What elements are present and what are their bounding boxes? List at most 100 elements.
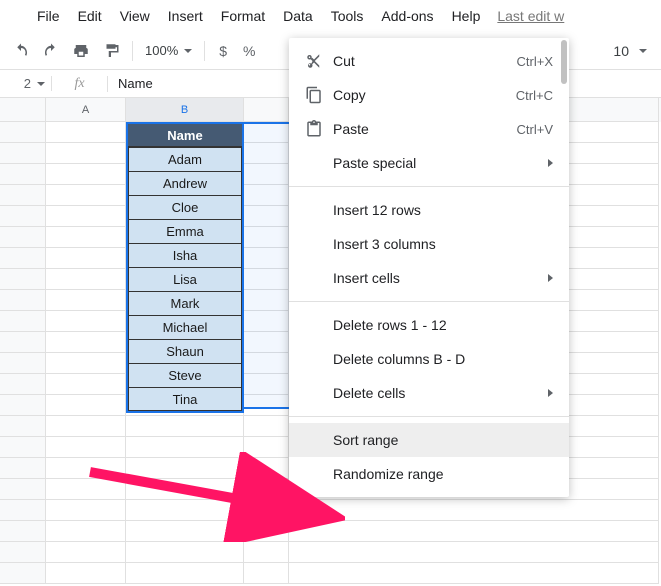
table-row[interactable]: Lisa	[128, 267, 242, 291]
select-all-corner[interactable]	[0, 98, 46, 122]
menu-delete-columns[interactable]: Delete columns B - D	[289, 342, 569, 376]
cell[interactable]	[599, 248, 659, 269]
table-row[interactable]: Andrew	[128, 171, 242, 195]
cell[interactable]	[244, 416, 289, 437]
cell[interactable]	[46, 164, 126, 185]
table-row[interactable]: Cloe	[128, 195, 242, 219]
menu-insert-cells[interactable]: Insert cells	[289, 261, 569, 295]
cell[interactable]	[599, 227, 659, 248]
cell[interactable]	[46, 269, 126, 290]
cell[interactable]	[599, 437, 659, 458]
last-edit-link[interactable]: Last edit w	[497, 8, 564, 24]
row-header[interactable]	[0, 437, 46, 458]
cell[interactable]	[599, 458, 659, 479]
menu-paste-special[interactable]: Paste special	[289, 146, 569, 180]
redo-button[interactable]	[38, 38, 64, 64]
scrollbar-thumb[interactable]	[561, 40, 567, 84]
cell[interactable]	[244, 500, 289, 521]
cell[interactable]	[46, 479, 126, 500]
row-header[interactable]	[0, 374, 46, 395]
cell[interactable]	[46, 122, 126, 143]
table-row[interactable]: Mark	[128, 291, 242, 315]
cell[interactable]	[126, 416, 244, 437]
cell[interactable]	[46, 311, 126, 332]
row-header[interactable]	[0, 332, 46, 353]
column-header[interactable]	[599, 98, 659, 122]
cell[interactable]	[46, 248, 126, 269]
menu-file[interactable]: File	[28, 4, 69, 28]
cell[interactable]	[46, 416, 126, 437]
percent-format-button[interactable]: %	[237, 43, 261, 59]
cell[interactable]	[126, 542, 244, 563]
cell[interactable]	[46, 227, 126, 248]
table-row[interactable]: Isha	[128, 243, 242, 267]
menu-help[interactable]: Help	[443, 4, 490, 28]
table-row[interactable]: Steve	[128, 363, 242, 387]
menu-insert[interactable]: Insert	[159, 4, 212, 28]
row-header[interactable]	[0, 122, 46, 143]
row-header[interactable]	[0, 479, 46, 500]
cell[interactable]	[126, 563, 244, 584]
cell[interactable]	[46, 185, 126, 206]
cell[interactable]	[289, 542, 599, 563]
table-row[interactable]: Tina	[128, 387, 242, 411]
print-button[interactable]	[68, 38, 94, 64]
cell[interactable]	[289, 500, 599, 521]
row-header[interactable]	[0, 164, 46, 185]
currency-format-button[interactable]: $	[213, 43, 233, 59]
menu-insert-columns[interactable]: Insert 3 columns	[289, 227, 569, 261]
cell[interactable]	[599, 164, 659, 185]
name-box[interactable]: 2	[0, 76, 52, 91]
cell[interactable]	[244, 563, 289, 584]
menu-edit[interactable]: Edit	[69, 4, 111, 28]
font-size-dropdown[interactable]: 10	[613, 43, 647, 59]
cell[interactable]	[599, 290, 659, 311]
cell[interactable]	[599, 521, 659, 542]
cell[interactable]	[599, 500, 659, 521]
cell[interactable]	[244, 479, 289, 500]
cell[interactable]	[599, 416, 659, 437]
row-header[interactable]	[0, 542, 46, 563]
row-header[interactable]	[0, 458, 46, 479]
cell[interactable]	[46, 206, 126, 227]
undo-button[interactable]	[8, 38, 34, 64]
cell[interactable]	[599, 395, 659, 416]
cell[interactable]	[599, 374, 659, 395]
cell[interactable]	[126, 500, 244, 521]
cell[interactable]	[599, 542, 659, 563]
cell[interactable]	[46, 500, 126, 521]
cell[interactable]	[46, 332, 126, 353]
row-header[interactable]	[0, 143, 46, 164]
cell[interactable]	[244, 542, 289, 563]
menu-randomize-range[interactable]: Randomize range	[289, 457, 569, 491]
cell[interactable]	[599, 185, 659, 206]
cell[interactable]	[599, 479, 659, 500]
menu-tools[interactable]: Tools	[322, 4, 373, 28]
row-header[interactable]	[0, 290, 46, 311]
cell[interactable]	[244, 458, 289, 479]
table-row[interactable]: Shaun	[128, 339, 242, 363]
table-row[interactable]: Emma	[128, 219, 242, 243]
cell[interactable]	[126, 458, 244, 479]
table-header[interactable]: Name	[128, 124, 242, 147]
cell[interactable]	[46, 353, 126, 374]
cell[interactable]	[599, 206, 659, 227]
row-header[interactable]	[0, 500, 46, 521]
menu-cut[interactable]: Cut Ctrl+X	[289, 44, 569, 78]
cell[interactable]	[599, 269, 659, 290]
cell[interactable]	[599, 122, 659, 143]
menu-sort-range[interactable]: Sort range	[289, 423, 569, 457]
row-header[interactable]	[0, 227, 46, 248]
menu-delete-rows[interactable]: Delete rows 1 - 12	[289, 308, 569, 342]
column-header-a[interactable]: A	[46, 98, 126, 122]
cell[interactable]	[599, 563, 659, 584]
cell[interactable]	[599, 143, 659, 164]
cell[interactable]	[289, 521, 599, 542]
cell[interactable]	[126, 479, 244, 500]
row-header[interactable]	[0, 521, 46, 542]
menu-addons[interactable]: Add-ons	[372, 4, 442, 28]
cell[interactable]	[46, 395, 126, 416]
cell[interactable]	[126, 521, 244, 542]
cell[interactable]	[46, 563, 126, 584]
column-header[interactable]	[244, 98, 289, 122]
